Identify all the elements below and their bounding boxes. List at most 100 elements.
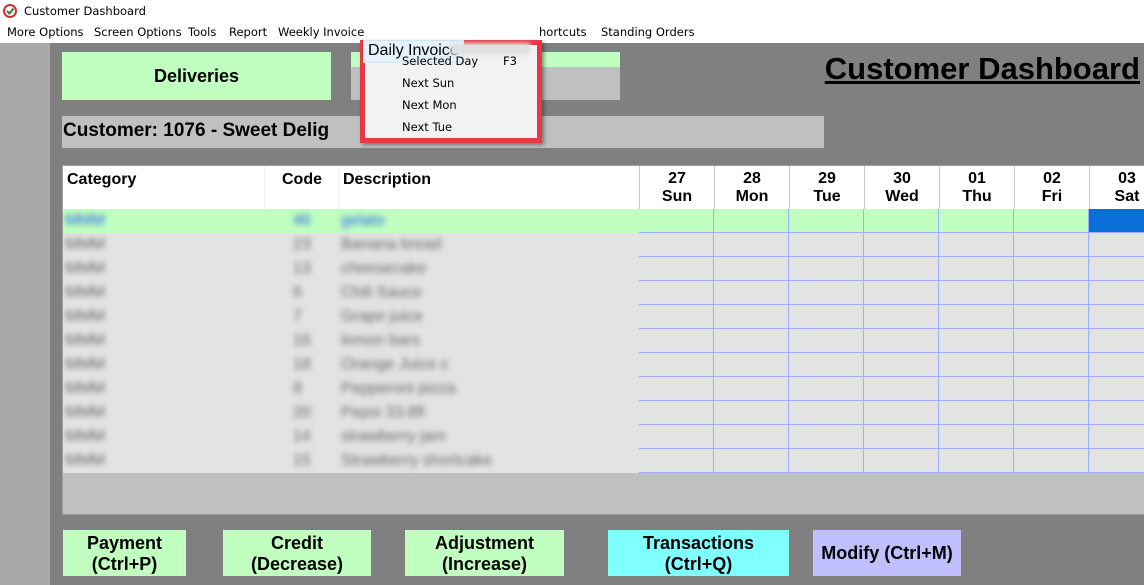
quantity-cell[interactable] — [789, 233, 864, 257]
credit-button[interactable]: Credit (Decrease) — [222, 529, 372, 577]
quantity-cell[interactable] — [1014, 209, 1089, 233]
quantity-cell[interactable] — [639, 353, 714, 377]
table-row[interactable]: MMM 14 strawberry jam — [63, 425, 1144, 449]
quantity-cell[interactable] — [1014, 401, 1089, 425]
table-row[interactable]: MMM 23 Banana bread — [63, 233, 1144, 257]
dropdown-item-next-sun[interactable]: Next Sun — [402, 76, 454, 90]
quantity-cell[interactable] — [714, 401, 789, 425]
quantity-cell[interactable] — [1014, 377, 1089, 401]
dropdown-item-next-mon[interactable]: Next Mon — [402, 98, 457, 112]
day-header[interactable]: 29 Tue — [789, 166, 864, 209]
table-row[interactable]: MMM 13 cheesecake — [63, 257, 1144, 281]
quantity-cell[interactable] — [1089, 209, 1144, 233]
table-row[interactable]: MMM 15 Strawberry shortcake — [63, 449, 1144, 473]
quantity-cell[interactable] — [939, 257, 1014, 281]
adjustment-button[interactable]: Adjustment (Increase) — [404, 529, 565, 577]
column-header-category[interactable]: Category — [67, 171, 136, 189]
day-header[interactable]: 27 Sun — [639, 166, 714, 209]
quantity-cell[interactable] — [1014, 449, 1089, 473]
quantity-cell[interactable] — [789, 257, 864, 281]
quantity-cell[interactable] — [864, 257, 939, 281]
quantity-cell[interactable] — [1014, 305, 1089, 329]
day-header[interactable]: 01 Thu — [939, 166, 1014, 209]
quantity-cell[interactable] — [864, 425, 939, 449]
quantity-cell[interactable] — [789, 281, 864, 305]
table-row[interactable]: MMM 8 Pepperoni pizza — [63, 377, 1144, 401]
column-header-code[interactable]: Code — [282, 171, 322, 189]
table-row[interactable]: MMM 7 Grape juice — [63, 305, 1144, 329]
quantity-cell[interactable] — [789, 449, 864, 473]
quantity-cell[interactable] — [1089, 329, 1144, 353]
quantity-cell[interactable] — [1089, 377, 1144, 401]
payment-button[interactable]: Payment (Ctrl+P) — [62, 529, 187, 577]
dropdown-item-selected-day[interactable]: Selected Day — [402, 54, 478, 68]
table-row[interactable]: MMM 16 lemon bars — [63, 329, 1144, 353]
quantity-cell[interactable] — [939, 209, 1014, 233]
quantity-cell[interactable] — [789, 353, 864, 377]
quantity-cell[interactable] — [789, 401, 864, 425]
quantity-cell[interactable] — [864, 449, 939, 473]
menu-more-options[interactable]: More Options — [7, 25, 84, 39]
tab-deliveries[interactable]: Deliveries — [62, 52, 331, 100]
quantity-cell[interactable] — [939, 305, 1014, 329]
quantity-cell[interactable] — [1089, 353, 1144, 377]
quantity-cell[interactable] — [789, 329, 864, 353]
quantity-cell[interactable] — [939, 353, 1014, 377]
quantity-cell[interactable] — [639, 209, 714, 233]
quantity-cell[interactable] — [864, 353, 939, 377]
quantity-cell[interactable] — [714, 353, 789, 377]
quantity-cell[interactable] — [1089, 281, 1144, 305]
quantity-cell[interactable] — [939, 449, 1014, 473]
quantity-cell[interactable] — [714, 425, 789, 449]
quantity-cell[interactable] — [864, 329, 939, 353]
quantity-cell[interactable] — [789, 377, 864, 401]
quantity-cell[interactable] — [864, 401, 939, 425]
quantity-cell[interactable] — [639, 233, 714, 257]
quantity-cell[interactable] — [864, 233, 939, 257]
quantity-cell[interactable] — [1089, 305, 1144, 329]
table-row[interactable]: MMM 20 Pepsi 33.8fl — [63, 401, 1144, 425]
quantity-cell[interactable] — [864, 305, 939, 329]
quantity-cell[interactable] — [1014, 233, 1089, 257]
quantity-cell[interactable] — [1089, 257, 1144, 281]
quantity-cell[interactable] — [939, 281, 1014, 305]
table-row[interactable]: MMM 46 gelato — [63, 209, 1144, 233]
quantity-cell[interactable] — [864, 209, 939, 233]
quantity-cell[interactable] — [639, 425, 714, 449]
quantity-cell[interactable] — [939, 401, 1014, 425]
quantity-cell[interactable] — [1089, 449, 1144, 473]
day-header[interactable]: 30 Wed — [864, 166, 939, 209]
table-row[interactable]: MMM 18 Orange Juice c — [63, 353, 1144, 377]
quantity-cell[interactable] — [639, 449, 714, 473]
quantity-cell[interactable] — [639, 281, 714, 305]
quantity-cell[interactable] — [639, 401, 714, 425]
quantity-cell[interactable] — [714, 257, 789, 281]
quantity-cell[interactable] — [939, 425, 1014, 449]
table-row[interactable]: MMM 6 Chili Sauce — [63, 281, 1144, 305]
quantity-cell[interactable] — [639, 329, 714, 353]
quantity-cell[interactable] — [789, 305, 864, 329]
transactions-button[interactable]: Transactions (Ctrl+Q) — [607, 529, 790, 577]
dropdown-item-next-tue[interactable]: Next Tue — [402, 120, 452, 134]
quantity-cell[interactable] — [714, 305, 789, 329]
quantity-cell[interactable] — [1014, 257, 1089, 281]
quantity-cell[interactable] — [1089, 233, 1144, 257]
menu-tools[interactable]: Tools — [188, 25, 216, 39]
quantity-cell[interactable] — [714, 449, 789, 473]
day-header[interactable]: 28 Mon — [714, 166, 789, 209]
quantity-cell[interactable] — [789, 209, 864, 233]
day-header[interactable]: 03 Sat — [1089, 166, 1144, 209]
delivery-grid[interactable]: Category Code Description 27 Sun 28 Mon 29 Tu… — [62, 165, 1144, 515]
quantity-cell[interactable] — [639, 377, 714, 401]
quantity-cell[interactable] — [789, 425, 864, 449]
quantity-cell[interactable] — [714, 233, 789, 257]
menu-shortcuts[interactable]: hortcuts — [539, 25, 587, 39]
quantity-cell[interactable] — [639, 257, 714, 281]
column-header-description[interactable]: Description — [343, 171, 431, 189]
quantity-cell[interactable] — [864, 281, 939, 305]
quantity-cell[interactable] — [714, 281, 789, 305]
quantity-cell[interactable] — [864, 377, 939, 401]
quantity-cell[interactable] — [714, 209, 789, 233]
menu-report[interactable]: Report — [229, 25, 267, 39]
modify-button[interactable]: Modify (Ctrl+M) — [812, 529, 962, 577]
